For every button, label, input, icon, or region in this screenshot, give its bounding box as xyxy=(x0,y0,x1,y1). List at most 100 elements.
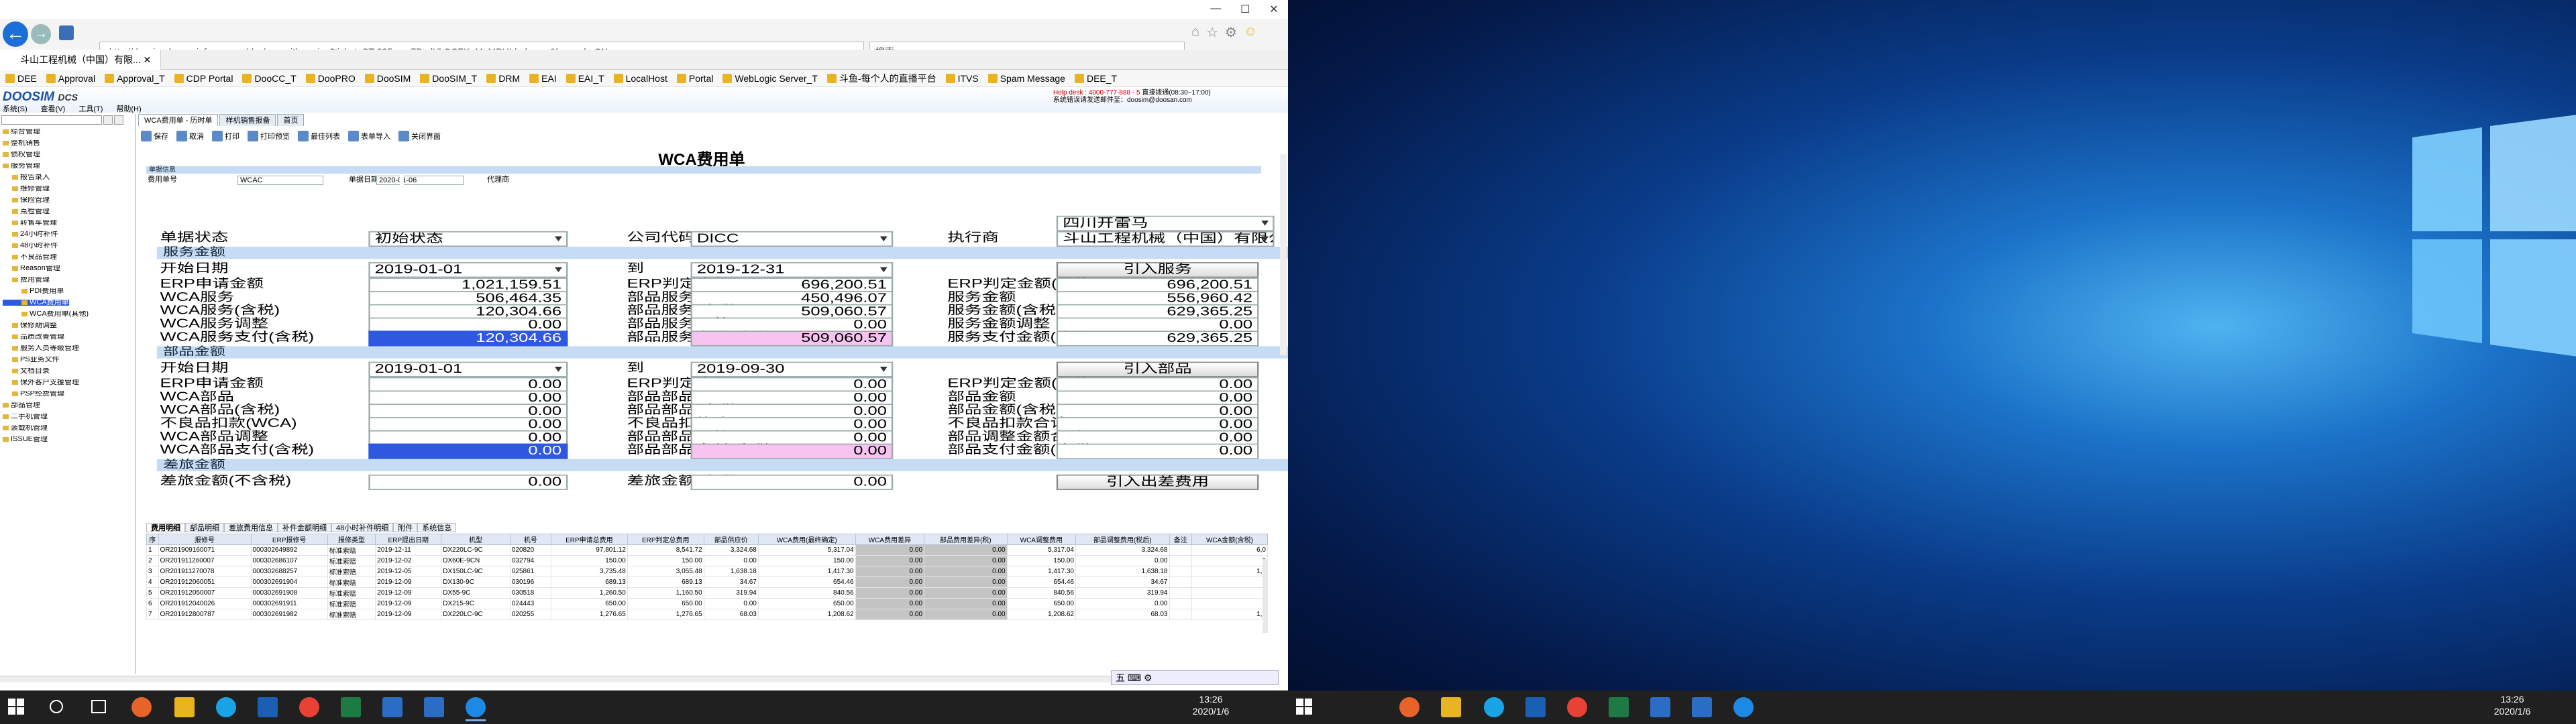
table-row[interactable]: 2 OR201911260007 000302686107 标准索赔 2019-12-0… xyxy=(146,555,1269,566)
tree-item[interactable]: 品质改善管理 xyxy=(3,334,134,340)
explorer-icon-right[interactable] xyxy=(1441,697,1461,717)
field-input[interactable]: 120,304.66 xyxy=(368,330,568,347)
back-icon[interactable]: ← xyxy=(3,21,28,47)
table-row[interactable]: 7 OR201912800787 000302691982 标准索赔 2019-12-0… xyxy=(146,609,1269,620)
favorite-item[interactable]: DooSIM xyxy=(364,73,411,84)
tree-refresh-button[interactable] xyxy=(114,115,123,125)
favorite-item[interactable]: DRM xyxy=(486,73,520,84)
import-button[interactable]: 引入部品 xyxy=(1056,361,1259,377)
table-row[interactable]: 6 OR201912040026 000302691911 标准索赔 2019-12-0… xyxy=(146,598,1269,609)
grid-header[interactable]: ERP判定总费用 xyxy=(627,534,704,545)
tree-item[interactable]: PS业务文件 xyxy=(3,357,134,363)
firefox-icon[interactable] xyxy=(131,697,152,717)
grid-header[interactable]: ERP报修号 xyxy=(250,534,328,545)
toolbar-button[interactable]: 打印 xyxy=(212,131,239,141)
grid-tab[interactable]: 系统信息 xyxy=(417,523,457,532)
tree-item[interactable]: 转售车管理 xyxy=(3,220,134,226)
import-button[interactable]: 引入服务 xyxy=(1056,262,1259,278)
start-icon[interactable] xyxy=(8,699,24,715)
tree-item[interactable]: 维修管理 xyxy=(3,186,134,192)
dropdown-icon[interactable]: ▼ xyxy=(874,233,893,246)
chrome-icon-right[interactable] xyxy=(1567,697,1587,717)
app-tab[interactable]: 样机销售报备 xyxy=(219,114,276,126)
grid-header[interactable]: WCA金额(含税) xyxy=(1191,534,1269,545)
table-row[interactable]: 5 OR201912050007 000302691908 标准索赔 2019-12-0… xyxy=(146,587,1269,599)
tree-item[interactable]: Reason管理 xyxy=(3,265,134,272)
favorite-item[interactable]: Approval_T xyxy=(105,73,165,84)
field-input[interactable]: 0.00 xyxy=(690,443,894,459)
favorite-item[interactable]: Portal xyxy=(676,73,713,84)
app-tab[interactable]: WCA费用单 - 历时单 xyxy=(138,114,219,126)
minimize-button[interactable]: — xyxy=(1210,3,1221,17)
field-input[interactable]: 0.00 xyxy=(690,474,894,490)
favorite-item[interactable]: DEE_T xyxy=(1074,73,1117,84)
ui-app-icon[interactable] xyxy=(382,697,402,717)
menu-item[interactable]: 帮助(H) xyxy=(116,103,141,114)
toolbar-button[interactable]: 表单导入 xyxy=(348,131,390,141)
field-input[interactable]: 2019-01-01 xyxy=(368,361,568,377)
tree-item[interactable]: 24小时补件 xyxy=(3,231,134,237)
tree-item[interactable]: 整机销售 xyxy=(3,140,134,146)
tree-item[interactable]: PDI费用单 xyxy=(3,288,134,294)
left-clock[interactable]: 13:26 2020/1/6 xyxy=(1181,693,1241,717)
dropdown-icon[interactable]: ▼ xyxy=(874,363,893,376)
field-input[interactable]: DICC xyxy=(690,231,894,247)
grid-header[interactable]: 部品调整费用(税后) xyxy=(1075,534,1170,545)
tree-item[interactable]: 二手机管理 xyxy=(3,414,134,420)
close-button[interactable]: ✕ xyxy=(1269,3,1278,17)
tree-item[interactable]: 不良品管理 xyxy=(3,254,134,260)
dropdown-icon[interactable]: ▼ xyxy=(1256,217,1275,230)
vscode-icon[interactable] xyxy=(258,697,278,717)
app-tab[interactable]: 首页 xyxy=(277,114,305,126)
grid-tab[interactable]: 48小时补件明细 xyxy=(331,523,394,532)
favorites-icon[interactable]: ☆ xyxy=(1206,24,1218,43)
grid-header[interactable]: ERP申请总费用 xyxy=(550,534,628,545)
ie-icon-right[interactable] xyxy=(1733,697,1754,717)
favorite-item[interactable]: ITVS xyxy=(945,73,979,84)
ime-bar[interactable]: 五 ⌨ ⚙ xyxy=(1111,670,1279,685)
tree-item[interactable]: 保修期调整 xyxy=(3,322,134,328)
grid-tab[interactable]: 附件 xyxy=(393,523,418,532)
menu-item[interactable]: 系统(S) xyxy=(3,103,28,114)
forward-icon[interactable]: → xyxy=(31,24,51,44)
maximize-button[interactable]: ☐ xyxy=(1240,3,1250,17)
tree-item[interactable]: 装载机管理 xyxy=(3,425,134,431)
explorer-icon[interactable] xyxy=(174,697,195,717)
tree-item[interactable]: WCA费用单(其他) xyxy=(3,311,134,317)
favorite-item[interactable]: DEE xyxy=(5,73,37,84)
tree-item[interactable]: 保险管理 xyxy=(3,197,134,203)
toolbar-button[interactable]: 打印预览 xyxy=(248,131,290,141)
tree-item[interactable]: 报告录入 xyxy=(3,174,134,180)
horizontal-scrollbar[interactable] xyxy=(0,676,1275,682)
tree-item[interactable]: 保外客户支援管理 xyxy=(3,379,134,385)
toolbar-button[interactable]: 关闭界面 xyxy=(398,131,441,141)
firefox-icon-right[interactable] xyxy=(1399,697,1419,717)
ui-app-icon-right[interactable] xyxy=(1650,697,1670,717)
favorite-item[interactable]: DooCC_T xyxy=(242,73,297,84)
grid-tab[interactable]: 费用明细 xyxy=(146,523,185,532)
favorite-item[interactable]: Spam Message xyxy=(987,73,1065,84)
field-input[interactable]: 0.00 xyxy=(368,443,568,459)
menu-item[interactable]: 工具(T) xyxy=(78,103,103,114)
field-input[interactable]: 0.00 xyxy=(368,474,568,490)
import-button[interactable]: 引入出差费用 xyxy=(1056,474,1259,490)
table-row[interactable]: 3 OR201911270078 000302688257 标准索赔 2019-12-0… xyxy=(146,566,1269,577)
grid-header[interactable]: 机型 xyxy=(441,534,511,545)
grid-header[interactable]: WCA费用差异 xyxy=(855,534,925,545)
tree-item[interactable]: 点检管理 xyxy=(3,208,134,215)
excel-icon-right[interactable] xyxy=(1609,697,1629,717)
field-input[interactable]: 斗山工程机械（中国）有限公司 227-DCS_D xyxy=(1056,231,1275,247)
grid-scrollbar[interactable] xyxy=(1263,559,1268,633)
grid-tab[interactable]: 差旅费用信息 xyxy=(224,523,278,532)
form-scrollbar[interactable] xyxy=(1280,154,1287,355)
favorite-item[interactable]: DooSIM_T xyxy=(420,73,477,84)
favorite-item[interactable]: Approval xyxy=(46,73,95,84)
field-input[interactable]: 0.00 xyxy=(1056,443,1259,459)
menu-item[interactable]: 查看(V) xyxy=(41,103,66,114)
field-input[interactable]: 629,365.25 xyxy=(1056,330,1259,347)
dropdown-icon[interactable]: ▼ xyxy=(874,263,893,277)
browser-tab[interactable]: 斗山工程机械（中国）有限... ✕ xyxy=(0,50,161,70)
table-row[interactable]: 4 OR201912060051 000302691904 标准索赔 2019-12-0… xyxy=(146,577,1269,588)
favorite-item[interactable]: CDP Portal xyxy=(174,73,233,84)
tree-item[interactable]: 部品管理 xyxy=(3,402,134,408)
